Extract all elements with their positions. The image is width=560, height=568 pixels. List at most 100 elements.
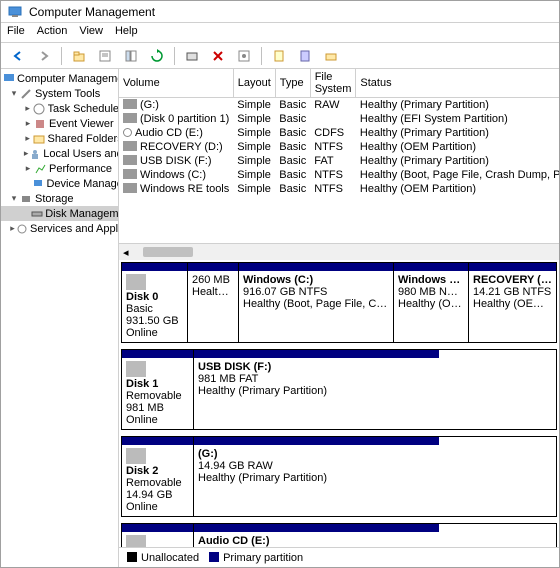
disk-header[interactable]: Disk 2Removable14.94 GBOnline [122, 437, 194, 516]
event-icon [33, 117, 47, 131]
volume-row[interactable]: (G:)SimpleBasicRAWHealthy (Primary Parti… [119, 98, 559, 113]
scrollbar-thumb[interactable] [143, 247, 193, 257]
window-title: Computer Management [29, 5, 155, 19]
options-button[interactable] [320, 45, 342, 67]
volume-row[interactable]: (Disk 0 partition 1)SimpleBasicHealthy (… [119, 112, 559, 126]
volume-icon [123, 128, 132, 137]
storage-icon [19, 192, 33, 206]
settings-button[interactable] [233, 45, 255, 67]
volume-icon [123, 169, 137, 179]
right-pane: Volume Layout Type File System Status Ca… [119, 69, 559, 567]
disk-icon [126, 361, 146, 377]
disk-row[interactable]: CD-ROM 0DVD323 MBOnlineAudio CD (E:)323 … [121, 523, 557, 547]
device-icon [32, 177, 45, 191]
column-header-row[interactable]: Volume Layout Type File System Status Ca… [119, 69, 559, 98]
tree-task-scheduler[interactable]: ▸Task Scheduler [1, 101, 118, 116]
disk-icon [31, 207, 43, 221]
expand-icon[interactable]: ▸ [23, 103, 32, 114]
partition[interactable]: Windows RE tools980 MB NTFSHealthy (OEM … [393, 263, 468, 342]
back-button[interactable] [7, 45, 29, 67]
export-button[interactable] [294, 45, 316, 67]
forward-button[interactable] [33, 45, 55, 67]
volume-row[interactable]: Windows RE toolsSimpleBasicNTFSHealthy (… [119, 182, 559, 196]
disk-header[interactable]: CD-ROM 0DVD323 MBOnline [122, 524, 194, 547]
properties-button[interactable] [94, 45, 116, 67]
tree-system-tools[interactable]: ▾System Tools [1, 86, 118, 101]
volume-list[interactable]: Volume Layout Type File System Status Ca… [119, 69, 559, 244]
tree-event-viewer[interactable]: ▸Event Viewer [1, 116, 118, 131]
users-icon [29, 147, 41, 161]
menu-file[interactable]: File [7, 25, 25, 40]
legend: Unallocated Primary partition [119, 547, 559, 567]
perf-icon [33, 162, 47, 176]
computer-management-window: Computer Management File Action View Hel… [0, 0, 560, 568]
up-button[interactable] [68, 45, 90, 67]
collapse-icon[interactable]: ▾ [9, 88, 19, 99]
help-button[interactable] [268, 45, 290, 67]
folder-icon [32, 132, 45, 146]
menu-action[interactable]: Action [37, 25, 68, 40]
partition[interactable]: (G:)14.94 GB RAWHealthy (Primary Partiti… [194, 437, 439, 516]
separator [61, 47, 62, 65]
unallocated-swatch [127, 552, 137, 562]
volume-row[interactable]: Windows (C:)SimpleBasicNTFSHealthy (Boot… [119, 168, 559, 182]
clock-icon [32, 102, 45, 116]
volume-row[interactable]: Audio CD (E:)SimpleBasicCDFSHealthy (Pri… [119, 126, 559, 140]
col-type[interactable]: Type [275, 69, 310, 98]
tree-device-manager[interactable]: Device Manager [1, 176, 118, 191]
menu-view[interactable]: View [79, 25, 103, 40]
partition[interactable]: Audio CD (E:)323 MB CDFSHealthy (Primary… [194, 524, 439, 547]
expand-icon[interactable]: ▸ [23, 163, 33, 174]
disk-row[interactable]: Disk 0Basic931.50 GBOnline260 MBHealthy … [121, 262, 557, 343]
primary-swatch [209, 552, 219, 562]
col-status[interactable]: Status [356, 69, 559, 98]
show-hide-button[interactable] [120, 45, 142, 67]
col-volume[interactable]: Volume [119, 69, 233, 98]
tools-icon [19, 87, 33, 101]
tree-pane[interactable]: Computer Management (Local ▾System Tools… [1, 69, 119, 567]
collapse-icon[interactable]: ▾ [9, 193, 19, 204]
disk-icon [126, 448, 146, 464]
partition[interactable]: 260 MBHealthy (EFI S [188, 263, 238, 342]
disk-icon [126, 535, 146, 547]
disk-graphical-view[interactable]: Disk 0Basic931.50 GBOnline260 MBHealthy … [119, 260, 559, 547]
app-icon [7, 4, 23, 20]
tree-root[interactable]: Computer Management (Local [1, 71, 118, 86]
computer-icon [3, 72, 15, 86]
tree-shared-folders[interactable]: ▸Shared Folders [1, 131, 118, 146]
titlebar[interactable]: Computer Management [1, 1, 559, 23]
volume-icon [123, 99, 137, 109]
separator [174, 47, 175, 65]
col-layout[interactable]: Layout [233, 69, 275, 98]
legend-primary: Primary partition [209, 552, 303, 564]
partition[interactable]: Windows (C:)916.07 GB NTFSHealthy (Boot,… [238, 263, 393, 342]
tree-disk-management[interactable]: Disk Management [1, 206, 118, 221]
col-filesystem[interactable]: File System [310, 69, 356, 98]
horizontal-scrollbar[interactable]: ◂ [119, 244, 559, 260]
tree-performance[interactable]: ▸Performance [1, 161, 118, 176]
expand-icon[interactable]: ▸ [23, 133, 32, 144]
tree-storage[interactable]: ▾Storage [1, 191, 118, 206]
partition[interactable]: USB DISK (F:)981 MB FATHealthy (Primary … [194, 350, 439, 429]
expand-icon[interactable]: ▸ [23, 118, 33, 129]
toolbar [1, 43, 559, 69]
format-button[interactable] [181, 45, 203, 67]
disk-header[interactable]: Disk 1Removable981 MBOnline [122, 350, 194, 429]
volume-row[interactable]: RECOVERY (D:)SimpleBasicNTFSHealthy (OEM… [119, 140, 559, 154]
refresh-button[interactable] [146, 45, 168, 67]
menu-help[interactable]: Help [115, 25, 138, 40]
expand-icon[interactable]: ▸ [9, 223, 16, 234]
partition[interactable]: RECOVERY (D:)14.21 GB NTFSHealthy (OEM P… [468, 263, 556, 342]
menubar: File Action View Help [1, 23, 559, 43]
volume-row[interactable]: USB DISK (F:)SimpleBasicFATHealthy (Prim… [119, 154, 559, 168]
delete-button[interactable] [207, 45, 229, 67]
volume-icon [123, 141, 137, 151]
disk-row[interactable]: Disk 1Removable981 MBOnlineUSB DISK (F:)… [121, 349, 557, 430]
disk-row[interactable]: Disk 2Removable14.94 GBOnline(G:)14.94 G… [121, 436, 557, 517]
services-icon [16, 222, 28, 236]
volume-icon [123, 113, 137, 123]
legend-unallocated: Unallocated [127, 552, 199, 564]
tree-local-users[interactable]: ▸Local Users and Groups [1, 146, 118, 161]
tree-services-apps[interactable]: ▸Services and Applications [1, 221, 118, 236]
disk-header[interactable]: Disk 0Basic931.50 GBOnline [122, 263, 188, 342]
